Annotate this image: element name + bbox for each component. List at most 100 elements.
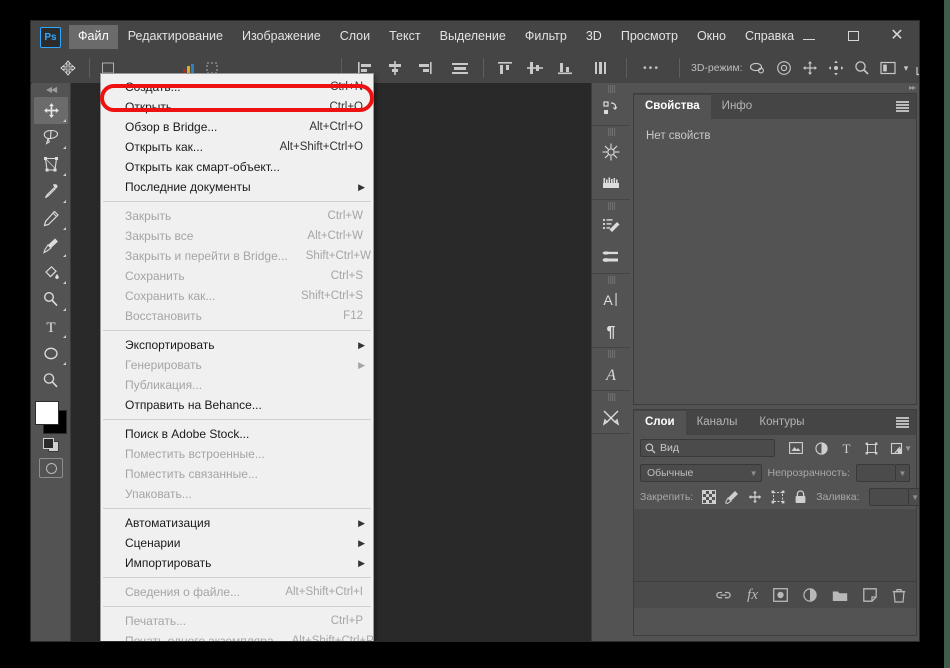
menu-item-0[interactable]: Файл: [69, 25, 118, 49]
menu-item-1[interactable]: Редактирование: [119, 25, 232, 49]
file-menu-item[interactable]: Отправить на Behance...: [101, 395, 373, 415]
opacity-field-group[interactable]: ▼: [856, 464, 910, 482]
lock-all-icon[interactable]: [794, 490, 807, 504]
default-colors-icon[interactable]: [43, 438, 59, 452]
fill-stepper-icon[interactable]: ▼: [908, 488, 919, 506]
align-right-edges-icon[interactable]: [416, 59, 434, 77]
layer-mask-icon[interactable]: [773, 588, 788, 602]
close-button[interactable]: ✕: [875, 22, 919, 50]
file-menu-item[interactable]: Сценарии ▶: [101, 533, 373, 553]
paragraph-icon[interactable]: ¶: [595, 316, 627, 346]
opacity-input[interactable]: [856, 464, 896, 482]
zoom-3d-icon[interactable]: [853, 59, 871, 77]
tab-info[interactable]: Инфо: [711, 95, 763, 119]
align-top-edges-icon[interactable]: [496, 59, 514, 77]
maximize-button[interactable]: [831, 22, 875, 50]
properties-panel-menu-icon[interactable]: [896, 101, 909, 112]
file-menu-item[interactable]: Открыть как... Alt+Shift+Ctrl+O: [101, 137, 373, 157]
menu-item-3[interactable]: Слои: [331, 25, 379, 49]
tab-layers[interactable]: Слои: [634, 411, 686, 435]
crop-perspective-tool[interactable]: [34, 151, 68, 178]
character-icon[interactable]: A: [595, 285, 627, 315]
file-menu-item[interactable]: Создать... Ctrl+N: [101, 77, 373, 97]
delete-layer-icon[interactable]: [892, 588, 906, 603]
minimize-button[interactable]: [787, 22, 831, 50]
file-menu-item[interactable]: Открыть как смарт-объект...: [101, 157, 373, 177]
fill-input[interactable]: [868, 488, 909, 506]
pixel-filter-icon[interactable]: [789, 442, 803, 454]
menu-item-5[interactable]: Выделение: [431, 25, 515, 49]
file-menu-item[interactable]: Импортировать ▶: [101, 553, 373, 573]
rail-grip[interactable]: ⣿⣿: [592, 276, 630, 285]
menu-item-2[interactable]: Изображение: [233, 25, 330, 49]
filter-enable-toggle[interactable]: [897, 441, 908, 456]
file-menu-dropdown[interactable]: Создать... Ctrl+N Открыть... Ctrl+O Обзор в …: [100, 73, 374, 641]
align-vertical-centers-icon[interactable]: [526, 59, 544, 77]
brush-tool[interactable]: [34, 232, 68, 259]
quick-mask-button[interactable]: [39, 458, 63, 478]
lock-transparent-pixels-icon[interactable]: [702, 490, 717, 504]
adjustment-layer-icon[interactable]: [803, 588, 817, 602]
file-menu-item[interactable]: Автоматизация ▶: [101, 513, 373, 533]
adjustment-filter-icon[interactable]: [815, 441, 828, 455]
opacity-stepper-icon[interactable]: ▼: [896, 464, 910, 482]
rail-grip[interactable]: ⣿⣿: [592, 202, 630, 211]
lock-position-icon[interactable]: [748, 490, 762, 504]
tab-properties[interactable]: Свойства: [634, 95, 711, 119]
foreground-color-swatch[interactable]: [35, 401, 59, 425]
panels-collapse-button[interactable]: ▸▸: [630, 83, 919, 93]
new-layer-icon[interactable]: [863, 588, 877, 602]
menu-item-9[interactable]: Окно: [688, 25, 735, 49]
tool-presets-icon[interactable]: [595, 402, 627, 432]
new-group-icon[interactable]: [832, 589, 848, 602]
screen-mode-icon[interactable]: [879, 59, 897, 77]
tab-paths[interactable]: Контуры: [748, 411, 815, 435]
rail-grip[interactable]: ⣿⣿: [592, 393, 630, 402]
layer-style-fx-icon[interactable]: fx: [747, 588, 758, 603]
ellipse-tool[interactable]: [34, 340, 68, 367]
menu-item-8[interactable]: Просмотр: [612, 25, 687, 49]
adjustments-icon[interactable]: [595, 137, 627, 167]
file-menu-item[interactable]: Поиск в Adobe Stock...: [101, 424, 373, 444]
eyedropper-tool[interactable]: [34, 178, 68, 205]
orbit-3d-icon[interactable]: [749, 59, 767, 77]
distribute-vertical-icon[interactable]: [591, 59, 609, 77]
share-icon[interactable]: [913, 59, 919, 77]
file-menu-item[interactable]: Обзор в Bridge... Alt+Ctrl+O: [101, 117, 373, 137]
fill-field-group[interactable]: ▼: [868, 488, 919, 506]
roll-3d-icon[interactable]: [775, 59, 793, 77]
type-tool[interactable]: T: [34, 313, 68, 340]
pan-3d-icon[interactable]: [801, 59, 819, 77]
align-bottom-edges-icon[interactable]: [556, 59, 574, 77]
tools-collapse-button[interactable]: ◀◀: [32, 83, 70, 97]
menu-item-6[interactable]: Фильтр: [516, 25, 576, 49]
file-menu-item[interactable]: Открыть... Ctrl+O: [101, 97, 373, 117]
file-menu-item[interactable]: Последние документы ▶: [101, 177, 373, 197]
more-options-button[interactable]: •••: [643, 62, 660, 74]
dodge-tool[interactable]: [34, 286, 68, 313]
lasso-tool[interactable]: [34, 124, 68, 151]
character-styles-icon[interactable]: A: [595, 359, 627, 389]
layers-list[interactable]: [634, 509, 916, 581]
rail-grip[interactable]: ⣿⣿: [592, 350, 630, 359]
paint-bucket-tool[interactable]: [34, 259, 68, 286]
rail-grip[interactable]: ⣿⣿: [592, 128, 630, 137]
brush-settings-icon[interactable]: [595, 211, 627, 241]
file-menu-item[interactable]: Экспортировать ▶: [101, 335, 373, 355]
brush-presets-icon[interactable]: [595, 242, 627, 272]
align-horizontal-centers-icon[interactable]: [386, 59, 404, 77]
layers-panel-menu-icon[interactable]: [896, 417, 909, 428]
rail-grip[interactable]: ⣿⣿: [592, 85, 630, 94]
type-filter-icon[interactable]: T: [840, 442, 853, 455]
blend-mode-select[interactable]: Обычные ▼: [640, 464, 762, 482]
menu-item-7[interactable]: 3D: [577, 25, 611, 49]
lock-artboard-icon[interactable]: [771, 490, 785, 504]
menu-item-4[interactable]: Текст: [380, 25, 429, 49]
styles-icon[interactable]: [595, 168, 627, 198]
distribute-horizontal-icon[interactable]: [451, 59, 469, 77]
current-tool-icon[interactable]: [55, 56, 81, 79]
lock-image-pixels-icon[interactable]: [725, 490, 739, 504]
move-tool[interactable]: [34, 97, 68, 124]
slide-3d-icon[interactable]: [827, 59, 845, 77]
zoom-tool[interactable]: [34, 367, 68, 394]
